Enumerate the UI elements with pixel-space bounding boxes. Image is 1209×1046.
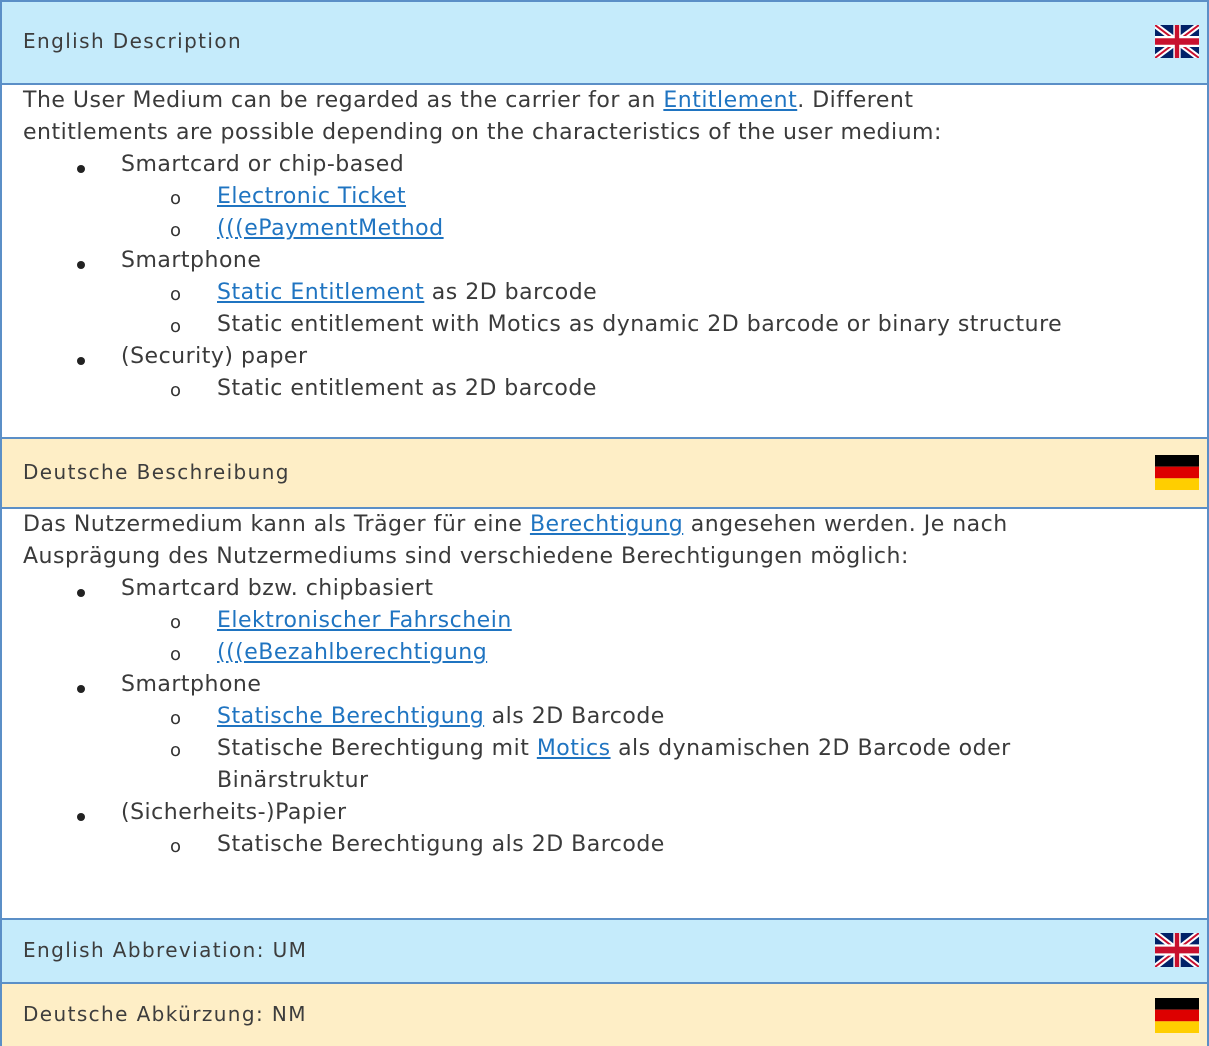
list-item: (Sicherheits-)Papier <box>121 800 347 825</box>
sub-list-item-text: Statische Berechtigung mit <box>217 736 537 761</box>
elektronischer-fahrschein-link[interactable]: Elektronischer Fahrschein <box>217 608 512 633</box>
sub-list-item: Static Entitlement as 2D barcode <box>217 280 597 305</box>
germany-flag-icon <box>1155 455 1199 490</box>
list-item: Smartcard or chip-based <box>121 152 405 177</box>
sub-list-item: Statische Berechtigung mit Motics als dy… <box>217 736 1011 761</box>
glossary-table: English Description The User Medium can … <box>0 0 1209 1046</box>
bullet-icon <box>77 357 85 365</box>
english-intro-text-end: . Different <box>797 88 914 113</box>
list-item: Smartphone <box>121 248 262 273</box>
english-description-title: English Description <box>23 29 243 53</box>
bullet-icon <box>77 589 85 597</box>
german-intro-text: Das Nutzermedium kann als Träger für ein… <box>23 512 530 537</box>
deutsche-beschreibung-title: Deutsche Beschreibung <box>23 460 290 484</box>
list-item: Smartphone <box>121 672 262 697</box>
sub-list-item: (((eBezahlberechtigung <box>217 640 487 665</box>
electronic-ticket-link[interactable]: Electronic Ticket <box>217 184 406 209</box>
epaymentmethod-link[interactable]: (((ePaymentMethod <box>217 216 444 241</box>
static-entitlement-link[interactable]: Static Entitlement <box>217 280 424 305</box>
sub-list-item-continuation: Binärstruktur <box>217 768 369 793</box>
sub-bullet-icon: o <box>170 708 182 729</box>
sub-list-item: (((ePaymentMethod <box>217 216 444 241</box>
list-item: Smartcard bzw. chipbasiert <box>121 576 434 601</box>
sub-bullet-icon: o <box>170 836 182 857</box>
sub-list-item: Statische Berechtigung als 2D Barcode <box>217 704 665 729</box>
german-abbreviation-title: Deutsche Abkürzung: NM <box>23 1002 307 1026</box>
german-intro-line-1: Das Nutzermedium kann als Träger für ein… <box>23 512 1008 537</box>
sub-list-item: Elektronischer Fahrschein <box>217 608 512 633</box>
sub-bullet-icon: o <box>170 380 182 401</box>
german-abbreviation-header: Deutsche Abkürzung: NM <box>2 982 1207 1046</box>
sub-bullet-icon: o <box>170 644 182 665</box>
english-description-header: English Description <box>2 0 1207 83</box>
ebezahlberechtigung-link[interactable]: (((eBezahlberechtigung <box>217 640 487 665</box>
statische-berechtigung-link[interactable]: Statische Berechtigung <box>217 704 484 729</box>
sub-list-item: Statische Berechtigung als 2D Barcode <box>217 832 665 857</box>
uk-flag-icon <box>1155 25 1199 58</box>
english-intro-text: The User Medium can be regarded as the c… <box>23 88 664 113</box>
deutsche-beschreibung-body: Das Nutzermedium kann als Träger für ein… <box>2 507 1207 918</box>
sub-list-item: Static entitlement as 2D barcode <box>217 376 597 401</box>
berechtigung-link[interactable]: Berechtigung <box>530 512 683 537</box>
sub-bullet-icon: o <box>170 316 182 337</box>
sub-list-item-text: als dynamischen 2D Barcode oder <box>610 736 1011 761</box>
entitlement-link[interactable]: Entitlement <box>663 88 797 113</box>
bullet-icon <box>77 261 85 269</box>
english-intro-line-1: The User Medium can be regarded as the c… <box>23 88 913 113</box>
english-abbreviation-header: English Abbreviation: UM <box>2 918 1207 982</box>
bullet-icon <box>77 813 85 821</box>
motics-link[interactable]: Motics <box>537 736 611 761</box>
english-abbreviation-title: English Abbreviation: UM <box>23 938 308 962</box>
sub-bullet-icon: o <box>170 188 182 209</box>
sub-list-item-text: as 2D barcode <box>424 280 598 305</box>
germany-flag-icon <box>1155 998 1199 1033</box>
sub-bullet-icon: o <box>170 612 182 633</box>
sub-bullet-icon: o <box>170 220 182 241</box>
deutsche-beschreibung-header: Deutsche Beschreibung <box>2 437 1207 507</box>
german-intro-line-2: Ausprägung des Nutzermediums sind versch… <box>23 544 909 569</box>
english-description-body: The User Medium can be regarded as the c… <box>2 83 1207 437</box>
german-intro-text-end: angesehen werden. Je nach <box>683 512 1008 537</box>
sub-list-item: Static entitlement with Motics as dynami… <box>217 312 1063 337</box>
bullet-icon <box>77 165 85 173</box>
sub-bullet-icon: o <box>170 284 182 305</box>
bullet-icon <box>77 685 85 693</box>
sub-list-item: Electronic Ticket <box>217 184 406 209</box>
sub-bullet-icon: o <box>170 740 182 761</box>
list-item: (Security) paper <box>121 344 308 369</box>
sub-list-item-text: als 2D Barcode <box>484 704 665 729</box>
uk-flag-icon <box>1155 933 1199 967</box>
english-intro-line-2: entitlements are possible depending on t… <box>23 120 942 145</box>
